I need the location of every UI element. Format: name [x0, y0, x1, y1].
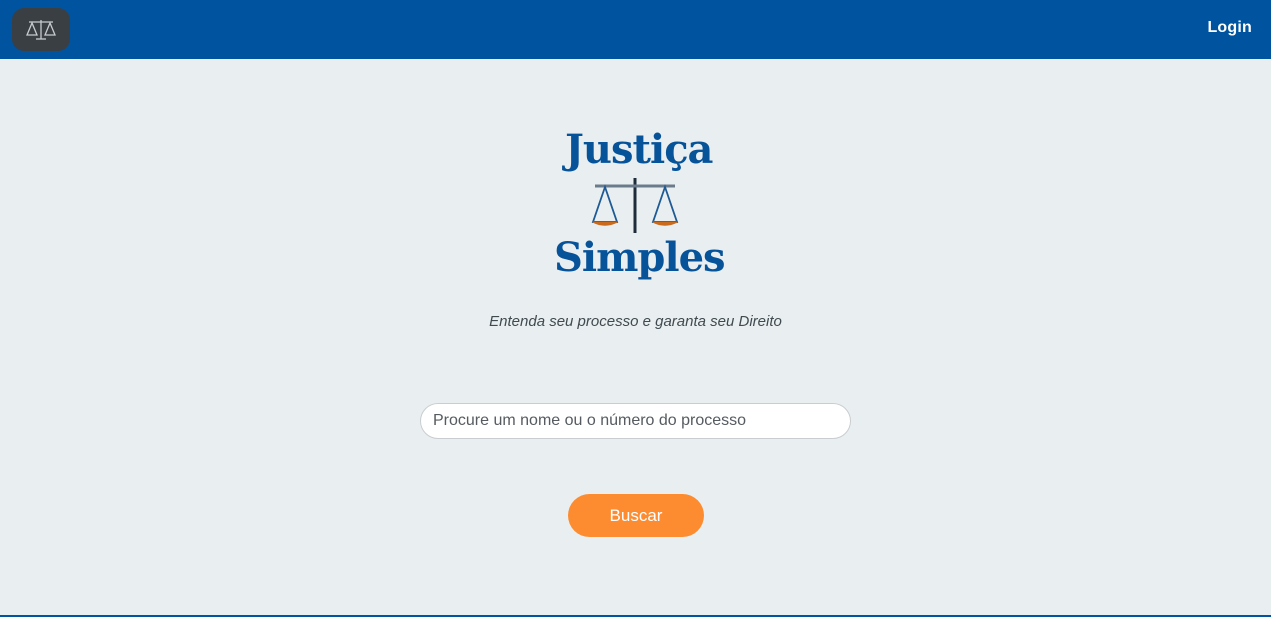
logo-word-justica: Justiça — [565, 126, 713, 173]
search-button[interactable]: Buscar — [568, 494, 704, 537]
top-navbar: Login — [0, 0, 1271, 59]
brand-logo: Justiça Simples — [545, 122, 726, 292]
home-button[interactable] — [12, 8, 70, 51]
process-search-input[interactable] — [420, 403, 851, 439]
tagline: Entenda seu processo e garanta seu Direi… — [489, 313, 782, 330]
logo-word-simples: Simples — [554, 234, 726, 281]
scales-of-justice-icon — [591, 178, 679, 233]
scales-icon — [26, 19, 56, 40]
login-link[interactable]: Login — [1207, 19, 1252, 37]
